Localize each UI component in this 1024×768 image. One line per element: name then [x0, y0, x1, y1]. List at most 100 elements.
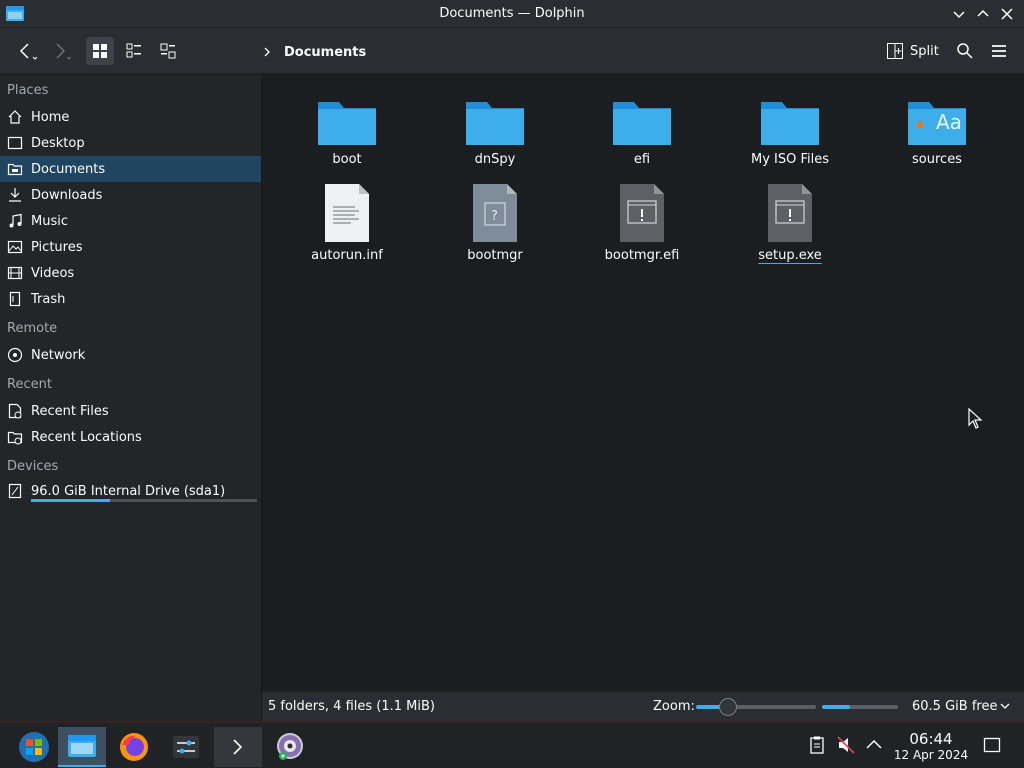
settings-sliders-icon: [173, 736, 199, 758]
file-item-boot[interactable]: boot: [277, 75, 417, 167]
taskbar-dolphin[interactable]: [58, 727, 106, 767]
folder-icon: [761, 102, 819, 145]
download-icon: [7, 187, 23, 203]
file-name: My ISO Files: [750, 152, 830, 167]
desktop-icon: [7, 135, 23, 151]
firefox-icon: [120, 733, 148, 761]
file-name: boot: [332, 152, 362, 167]
taskbar-system-settings[interactable]: [162, 727, 210, 767]
sidebar-item-label: Downloads: [31, 187, 103, 203]
menu-button[interactable]: [985, 37, 1013, 65]
sidebar-item-downloads[interactable]: Downloads: [0, 182, 261, 208]
sidebar-item-trash[interactable]: Trash: [0, 286, 261, 312]
sidebar-item-recent-files[interactable]: Recent Files: [0, 398, 261, 424]
executable-file-icon: [768, 184, 812, 242]
chevron-right-icon: [264, 47, 270, 57]
back-button[interactable]: [12, 37, 40, 65]
disc-icon: [277, 733, 303, 760]
split-view-icon: [887, 43, 903, 59]
drive-usage-fill: [31, 499, 111, 502]
sidebar-item-label: Recent Locations: [31, 429, 142, 445]
free-space-label[interactable]: 60.5 GiB free: [912, 699, 997, 714]
network-icon: [7, 347, 23, 363]
file-name: setup.exe: [758, 248, 822, 263]
sidebar-item-pictures[interactable]: Pictures: [0, 234, 261, 260]
file-item-dnspy[interactable]: dnSpy: [425, 75, 565, 167]
sidebar-item-home[interactable]: Home: [0, 104, 261, 130]
executable-file-icon: [620, 184, 664, 242]
chevron-down-icon[interactable]: [999, 700, 1011, 712]
sidebar-item-music[interactable]: Music: [0, 208, 261, 234]
svg-text:Aa: Aa: [936, 110, 962, 134]
sidebar-item-label: Network: [31, 347, 86, 363]
file-item-bootmgr-efi[interactable]: bootmgr.efi: [572, 171, 712, 263]
sidebar-item-label: 96.0 GiB Internal Drive (sda1): [31, 483, 226, 499]
sidebar-item-label: Videos: [31, 265, 75, 281]
zoom-label: Zoom:: [653, 699, 695, 714]
taskbar-firefox[interactable]: [110, 727, 158, 767]
minimize-icon[interactable]: [950, 5, 968, 23]
sidebar-item-label: Trash: [31, 291, 66, 307]
file-name: bootmgr.efi: [604, 248, 680, 263]
sidebar-item-label: Desktop: [31, 135, 85, 151]
show-desktop-icon[interactable]: [982, 735, 1002, 755]
sidebar-item-label: Pictures: [31, 239, 83, 255]
sidebar-item-label: Documents: [31, 161, 106, 177]
breadcrumb-documents[interactable]: Documents: [284, 45, 366, 60]
details-view-button[interactable]: [154, 37, 182, 65]
sidebar-item-label: Music: [31, 213, 68, 229]
sidebar-item-network[interactable]: Network: [0, 342, 261, 368]
home-icon: [7, 109, 23, 125]
folder-icon: [613, 102, 671, 145]
folder-icon: [466, 102, 524, 145]
font-folder-icon: Aa: [908, 102, 966, 145]
volume-muted-icon[interactable]: [836, 735, 856, 755]
digital-clock[interactable]: 06:44 12 Apr 2024: [893, 730, 969, 763]
zoom-slider-handle[interactable]: [719, 698, 738, 716]
disk-space-bar: [822, 705, 898, 709]
icons-view-button[interactable]: [86, 37, 114, 65]
close-icon[interactable]: [998, 5, 1016, 23]
terminal-icon: [233, 739, 243, 755]
taskbar-konsole[interactable]: [214, 727, 262, 767]
pictures-icon: [7, 239, 23, 255]
file-item-my-iso-files[interactable]: My ISO Files: [720, 75, 860, 167]
file-name: dnSpy: [474, 152, 516, 167]
sidebar-item-recent-locations[interactable]: Recent Locations: [0, 424, 261, 450]
search-button[interactable]: [951, 37, 979, 65]
drive-usage-bar: [31, 499, 257, 502]
sidebar-item-videos[interactable]: Videos: [0, 260, 261, 286]
places-section-title: Places: [7, 83, 49, 98]
svg-text:?: ?: [491, 209, 498, 224]
file-item-bootmgr[interactable]: ? bootmgr: [425, 171, 565, 263]
sidebar-item-desktop[interactable]: Desktop: [0, 130, 261, 156]
clock-time: 06:44: [909, 730, 953, 748]
split-button[interactable]: Split: [886, 38, 939, 64]
devices-section-title: Devices: [7, 459, 59, 474]
taskbar: 06:44 12 Apr 2024: [0, 721, 1024, 768]
file-item-efi[interactable]: efi: [572, 75, 712, 167]
window-title: Documents — Dolphin: [439, 6, 585, 21]
breadcrumb[interactable]: Documents: [262, 42, 366, 62]
taskbar-disc-app[interactable]: [266, 727, 314, 767]
sidebar-item-documents[interactable]: Documents: [0, 156, 261, 182]
file-view[interactable]: boot dnSpy efi My ISO Files Aa sources a…: [262, 75, 1024, 691]
details-view-icon: [160, 43, 176, 59]
back-arrow-icon: [19, 43, 37, 60]
drive-icon: [7, 483, 23, 499]
file-item-setup-exe[interactable]: setup.exe: [720, 171, 860, 263]
clipboard-icon[interactable]: [807, 735, 827, 755]
zoom-slider[interactable]: [696, 698, 816, 716]
sidebar-item-label: Home: [31, 109, 70, 125]
mouse-cursor-icon: [968, 408, 983, 429]
folder-icon: [318, 102, 376, 145]
maximize-icon[interactable]: [974, 5, 992, 23]
forward-button[interactable]: [46, 37, 74, 65]
recent-locations-icon: [7, 429, 23, 445]
compact-view-button[interactable]: [120, 37, 148, 65]
chevron-up-icon[interactable]: [864, 735, 884, 755]
application-launcher-button[interactable]: [10, 727, 58, 767]
file-item-sources[interactable]: Aa sources: [867, 75, 1007, 167]
start-menu-icon: [19, 732, 49, 762]
file-item-autorun-inf[interactable]: autorun.inf: [277, 171, 417, 263]
